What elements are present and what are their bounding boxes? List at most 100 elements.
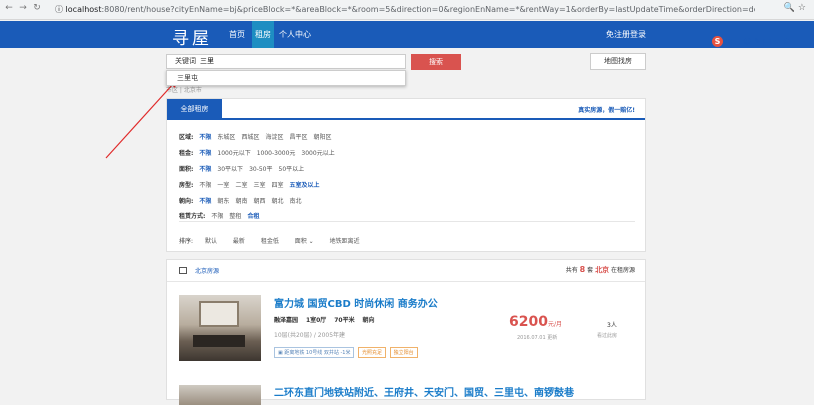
- house-thumbnail[interactable]: [179, 385, 261, 405]
- filter-row: 租赁方式: 不限 整租 合租: [179, 211, 265, 220]
- price-unit: 元/月: [547, 321, 562, 328]
- tag-subway-text: 距离地铁 10号线 双井站 -1米: [284, 350, 351, 356]
- results-header: 北京房源 共有 8 套 北京 在租房源: [167, 260, 645, 282]
- url-host: localhost: [65, 5, 102, 14]
- filter-option[interactable]: 二室: [235, 182, 247, 189]
- nav-home[interactable]: 首页: [226, 21, 248, 48]
- filter-panel: 全部租房 真实房源，假一赔亿! 区域: 不限 东城区 西城区 海淀区 昌平区 朝阳区 租金: 不…: [166, 98, 646, 252]
- total-city: 北京: [595, 266, 610, 274]
- search-input[interactable]: 关键词 三里: [166, 54, 406, 69]
- filter-option[interactable]: 不限: [211, 213, 223, 220]
- keyword-label: 关键词: [175, 57, 196, 65]
- filter-option[interactable]: 不限: [199, 150, 211, 157]
- sort-area[interactable]: 面积 ⌄: [295, 238, 314, 245]
- tag-sunlight: 光照充足: [358, 347, 387, 358]
- filter-option[interactable]: 朝西: [253, 198, 265, 205]
- map-search-button[interactable]: 地图找房: [590, 53, 646, 70]
- search-hint: 市区 | 北京市: [166, 87, 202, 94]
- site-logo[interactable]: 寻屋: [172, 24, 212, 49]
- forward-icon[interactable]: →: [18, 3, 28, 13]
- filter-option[interactable]: 3000元以上: [301, 150, 334, 157]
- total-suffix: 在租房源: [610, 267, 635, 274]
- sort-newest[interactable]: 最新: [233, 238, 245, 245]
- filter-option[interactable]: 朝阳区: [313, 134, 331, 141]
- filter-option[interactable]: 五室及以上: [289, 182, 319, 189]
- tab-all-rent[interactable]: 全部租房: [167, 99, 222, 120]
- price-value: 6200: [509, 314, 548, 330]
- total-count: 8: [579, 265, 586, 274]
- sogou-icon: S: [712, 36, 723, 47]
- filter-option[interactable]: 整租: [229, 213, 241, 220]
- filter-option[interactable]: 1000-3000元: [257, 150, 296, 157]
- filter-option[interactable]: 30平以下: [217, 166, 243, 173]
- view-count-label: 看过此房: [597, 333, 618, 339]
- filter-option[interactable]: 海淀区: [265, 134, 283, 141]
- login-link[interactable]: 免注册登录: [606, 21, 646, 48]
- filter-option[interactable]: 50平以上: [279, 166, 305, 173]
- filter-row: 房型: 不限 一室 二室 三室 四室 五室及以上: [179, 180, 326, 189]
- filter-option[interactable]: 合租: [247, 213, 259, 220]
- filter-option[interactable]: 不限: [199, 166, 211, 173]
- total-prefix: 共有: [565, 267, 578, 274]
- filter-option[interactable]: 朝北: [271, 198, 283, 205]
- filter-option[interactable]: 不限: [199, 134, 211, 141]
- house-meta: 融泽嘉园 1室0厅 70平米 朝向: [274, 315, 381, 324]
- house-community: 融泽嘉园: [274, 317, 299, 324]
- filter-label: 租金:: [179, 150, 194, 157]
- filter-option[interactable]: 朝南: [235, 198, 247, 205]
- sort-subway[interactable]: 地铁距离近: [330, 238, 360, 245]
- site-header: 寻屋 首页 租房 个人中心 免注册登录: [0, 21, 814, 49]
- house-area: 70平米: [334, 317, 355, 324]
- filter-option[interactable]: 朝东: [217, 198, 229, 205]
- house-floor-year: 10层(共20层) / 2005年建: [274, 332, 346, 339]
- house-direction: 朝向: [362, 317, 375, 324]
- thumbnail-window: [199, 301, 239, 327]
- filter-option[interactable]: 南北: [289, 198, 301, 205]
- results-panel: 北京房源 共有 8 套 北京 在租房源 富力城 国贸CBD 时尚休闲 商务办公 …: [166, 259, 646, 405]
- sort-label: 排序:: [179, 238, 194, 245]
- house-title[interactable]: 二环东直门地铁站附近、王府井、天安门、国贸、三里屯、南锣鼓巷: [274, 384, 574, 399]
- divider: [179, 221, 635, 222]
- filter-label: 租赁方式:: [179, 213, 206, 220]
- filter-option[interactable]: 昌平区: [289, 134, 307, 141]
- nav-rent[interactable]: 租房: [252, 21, 274, 48]
- autocomplete-suggestion[interactable]: 三里屯: [166, 70, 406, 86]
- filter-option[interactable]: 东城区: [217, 134, 235, 141]
- filter-option[interactable]: 30-50平: [249, 166, 272, 173]
- ime-toolbar[interactable]: S中 ·, ☺ ✎ ▤ ♣ ✿: [712, 36, 790, 47]
- reload-icon[interactable]: ↻: [32, 3, 42, 13]
- filter-option[interactable]: 西城区: [241, 134, 259, 141]
- sort-row: 排序: 默认 最新 租金低 面积 ⌄ 地铁距离近: [179, 236, 374, 245]
- filter-option[interactable]: 不限: [199, 182, 211, 189]
- update-date: 2016.07.01 更新: [517, 335, 558, 341]
- info-icon[interactable]: ⓘ: [55, 5, 66, 14]
- house-price: 6200元/月: [509, 314, 562, 330]
- filter-row: 区域: 不限 东城区 西城区 海淀区 昌平区 朝阳区: [179, 132, 338, 141]
- zoom-star-icons[interactable]: 🔍 ☆: [784, 3, 806, 13]
- ime-label: 中 ·, ☺ ✎ ▤ ♣ ✿: [725, 37, 790, 46]
- search-value: 三里: [200, 57, 214, 65]
- filter-row: 租金: 不限 1000元以下 1000-3000元 3000元以上: [179, 148, 341, 157]
- house-layout: 1室0厅: [305, 317, 327, 324]
- view-count: 3人: [607, 322, 617, 329]
- filter-tabs: 全部租房 真实房源，假一赔亿!: [167, 99, 645, 120]
- nav-profile[interactable]: 个人中心: [276, 21, 314, 48]
- filter-option[interactable]: 一室: [217, 182, 229, 189]
- filter-label: 房型:: [179, 182, 194, 189]
- house-thumbnail[interactable]: [179, 295, 261, 361]
- address-bar[interactable]: ⓘ localhost:8080/rent/house?cityEnName=b…: [55, 3, 755, 17]
- filter-option[interactable]: 四室: [271, 182, 283, 189]
- filter-option[interactable]: 不限: [199, 198, 211, 205]
- sort-default[interactable]: 默认: [205, 238, 217, 245]
- filter-label: 面积:: [179, 166, 194, 173]
- house-title[interactable]: 富力城 国贸CBD 时尚休闲 商务办公: [274, 295, 438, 310]
- filter-option[interactable]: 三室: [253, 182, 265, 189]
- sort-price[interactable]: 租金低: [261, 238, 279, 245]
- tag-balcony: 独立阳台: [389, 347, 418, 358]
- browser-toolbar: ← → ↻ ⓘ localhost:8080/rent/house?cityEn…: [0, 0, 814, 20]
- house-tags: ▣ 距离地铁 10号线 双井站 -1米 光照充足 独立阳台: [274, 347, 420, 358]
- search-button[interactable]: 搜索: [411, 54, 461, 70]
- filter-option[interactable]: 1000元以下: [217, 150, 250, 157]
- back-icon[interactable]: ←: [4, 3, 14, 13]
- url-path: :8080/rent/house?cityEnName=bj&priceBloc…: [101, 5, 755, 14]
